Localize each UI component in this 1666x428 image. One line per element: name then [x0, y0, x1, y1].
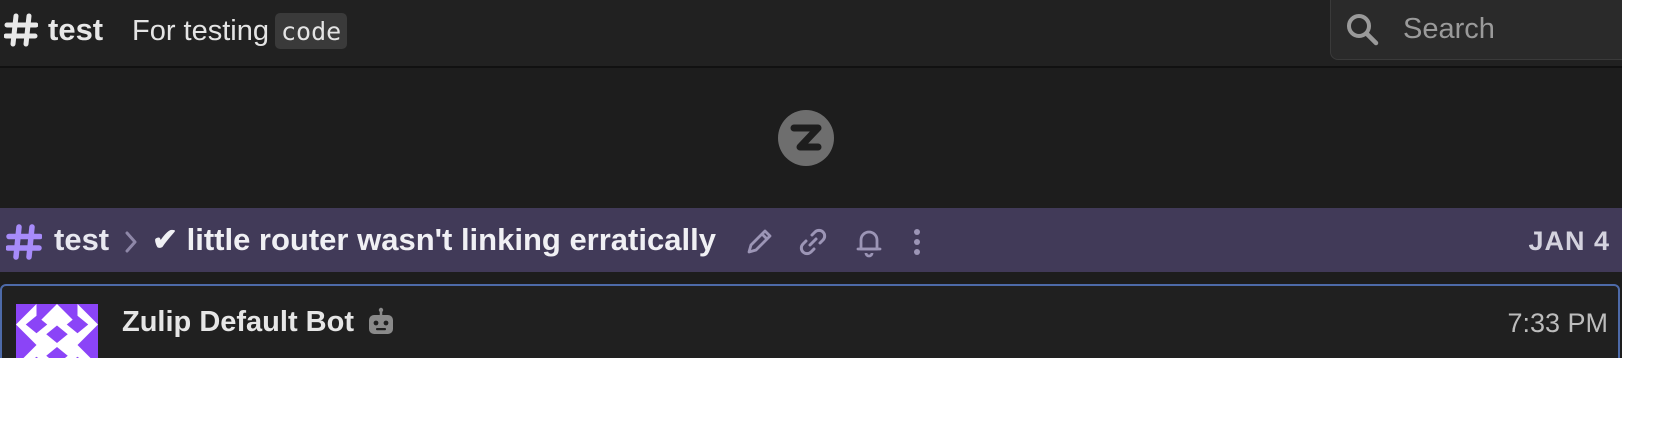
search-input[interactable]	[1401, 8, 1622, 50]
sender-name[interactable]: Zulip Default Bot	[122, 304, 354, 340]
avatar[interactable]	[16, 304, 98, 358]
stream-hash-icon	[4, 13, 38, 47]
channel-name[interactable]: test	[48, 12, 103, 48]
search-box[interactable]	[1330, 0, 1622, 60]
edit-topic-icon[interactable]	[742, 225, 776, 259]
channel-description: For testing code	[132, 13, 348, 49]
message-sender: Zulip Default Bot	[122, 304, 396, 340]
more-options-icon[interactable]	[900, 225, 934, 259]
recipient-date: JAN 4	[1528, 226, 1610, 256]
message-row[interactable]: Zulip Default Bot 7:33 PM	[0, 284, 1620, 358]
bot-icon	[368, 307, 393, 334]
channel-description-text: For testing	[132, 15, 269, 47]
message-timestamp[interactable]: 7:33 PM	[1507, 306, 1608, 340]
stream-hash-icon	[6, 224, 42, 260]
chevron-right-icon	[125, 231, 137, 253]
zulip-logo-icon	[778, 110, 834, 166]
recipient-stream-name[interactable]: test	[54, 222, 109, 258]
recipient-topic-name[interactable]: ✔ little router wasn't linking erratical…	[152, 222, 716, 258]
recipient-bar: test ✔ little router wasn't linking erra…	[0, 208, 1622, 272]
search-icon[interactable]	[1345, 12, 1379, 46]
channel-description-code: code	[275, 13, 348, 49]
app-window: test For testing code test	[0, 0, 1622, 358]
copy-link-icon[interactable]	[796, 225, 830, 259]
notification-bell-icon[interactable]	[852, 225, 886, 259]
channel-header: test For testing code	[0, 0, 1622, 68]
